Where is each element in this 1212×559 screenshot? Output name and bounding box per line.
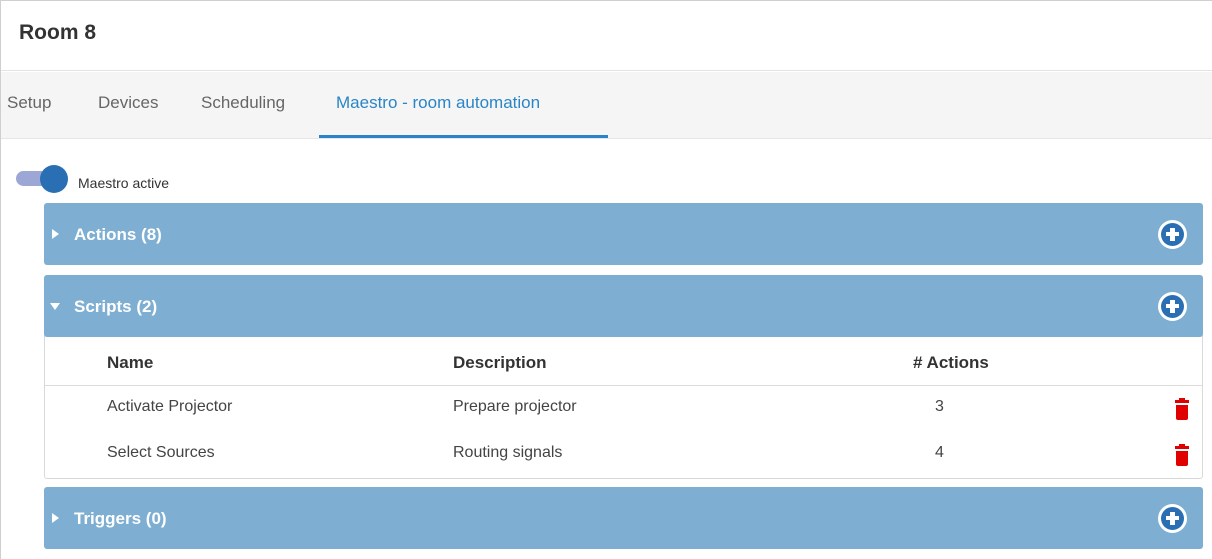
tab-setup[interactable]: Setup [7, 93, 51, 113]
triggers-panel-header[interactable]: Triggers (0) [44, 487, 1203, 549]
scripts-table-header: Name Description # Actions [45, 340, 1202, 386]
script-name: Select Sources [107, 444, 215, 461]
maestro-active-label: Maestro active [78, 175, 170, 191]
script-actions-count: 3 [935, 398, 944, 415]
title-bar: Room 8 [1, 1, 1212, 71]
page-title: Room 8 [19, 21, 97, 44]
add-script-button[interactable] [1158, 292, 1187, 321]
tab-scheduling[interactable]: Scheduling [201, 93, 285, 113]
script-description: Routing signals [453, 444, 563, 461]
active-tab-indicator [319, 135, 608, 138]
add-trigger-button[interactable] [1158, 504, 1187, 533]
column-header-name: Name [107, 353, 154, 372]
script-actions-count: 4 [935, 444, 944, 461]
actions-panel: Actions (8) [44, 203, 1203, 265]
table-row[interactable]: Activate Projector Prepare projector 3 [45, 386, 1202, 431]
triggers-panel: Triggers (0) [44, 487, 1203, 549]
script-description: Prepare projector [453, 398, 577, 415]
actions-panel-header[interactable]: Actions (8) [44, 203, 1203, 265]
actions-panel-title: Actions (8) [74, 225, 162, 244]
trash-icon[interactable] [1175, 398, 1189, 420]
tab-maestro-room-automation[interactable]: Maestro - room automation [336, 93, 540, 113]
table-row[interactable]: Select Sources Routing signals 4 [45, 432, 1202, 477]
toggle-knob [40, 165, 68, 193]
tab-devices[interactable]: Devices [98, 93, 158, 113]
triggers-panel-title: Triggers (0) [74, 509, 167, 528]
column-header-description: Description [453, 353, 547, 372]
caret-right-icon [52, 513, 59, 523]
add-action-button[interactable] [1158, 220, 1187, 249]
column-header-actions-count: # Actions [913, 353, 989, 372]
trash-icon[interactable] [1175, 444, 1189, 466]
scripts-panel-title: Scripts (2) [74, 297, 158, 316]
caret-down-icon [50, 303, 60, 310]
script-name: Activate Projector [107, 398, 233, 415]
tab-bar: Setup Devices Scheduling Maestro - room … [1, 72, 1212, 139]
maestro-active-toggle[interactable] [16, 165, 68, 193]
scripts-panel-header[interactable]: Scripts (2) [44, 275, 1203, 337]
scripts-panel: Scripts (2) Name Description # Actions A… [44, 275, 1203, 479]
caret-right-icon [52, 229, 59, 239]
